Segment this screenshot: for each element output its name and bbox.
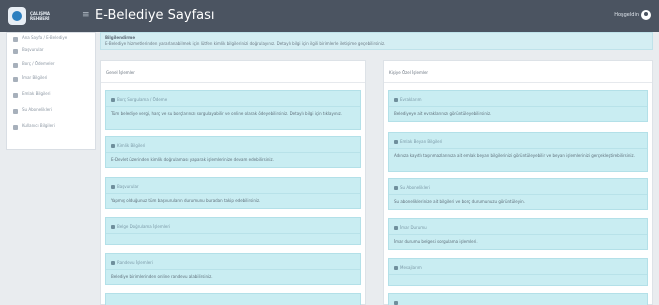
general-operations-panel: Genel İşlemler Borç Sorgulama / Ödeme Tü… <box>100 60 366 305</box>
card-water[interactable]: Su Abonelikleri Su aboneliklerinize ait … <box>388 178 648 210</box>
notice-title: Bilgilendirme <box>105 35 136 40</box>
sidebar-item-label: Emlak Bilgileri <box>22 91 51 96</box>
top-bar: ÇALIŞMA REHBERİ ≡ E-Belediye Sayfası Hoş… <box>0 0 659 32</box>
map-icon <box>13 77 18 82</box>
panel-header: Kişiye Özel İşlemler <box>384 61 652 83</box>
card-body: Tüm belediye vergi, harç ve su borçların… <box>111 111 342 116</box>
card-body: İmar durumu belgesi sorgulama işlemleri. <box>394 239 478 244</box>
sidebar-item-water[interactable]: Su Abonelikleri <box>13 107 92 117</box>
calendar-icon <box>111 261 115 265</box>
money-icon <box>111 98 115 102</box>
page-title: E-Belediye Sayfası <box>95 8 215 23</box>
card-body: Adınıza kayıtlı taşınmazlarınıza ait eml… <box>394 153 635 158</box>
card-body: E-Devlet üzerinden kimlik doğrulaması ya… <box>111 157 274 162</box>
card-partial[interactable] <box>388 293 648 305</box>
logo[interactable]: ÇALIŞMA REHBERİ <box>8 4 72 28</box>
sidebar-item-property[interactable]: Emlak Bilgileri <box>13 91 92 101</box>
card-applications[interactable]: Başvurular Yapmış olduğunuz tüm başvurul… <box>105 177 361 209</box>
water-icon <box>13 109 18 114</box>
card-messages[interactable]: Mesajlarım <box>388 258 648 286</box>
card-title: Mesajlarım <box>400 265 422 270</box>
card-title: Emlak Beyan Bilgileri <box>400 139 443 144</box>
sidebar-item-label: Ana Sayfa / E-Belediye <box>22 35 68 40</box>
card-icon <box>394 301 398 305</box>
building-icon <box>394 140 398 144</box>
card-body: Belediye birimlerinden online randevu al… <box>111 274 213 279</box>
card-identity[interactable]: Kimlik Bilgileri E-Devlet üzerinden kiml… <box>105 136 361 168</box>
card-document-verification[interactable]: Belge Doğrulama İşlemleri <box>105 217 361 245</box>
personal-operations-panel: Kişiye Özel İşlemler Evraklarım Belediye… <box>383 60 653 305</box>
document-icon <box>111 225 115 229</box>
user-greeting[interactable]: Hoşgeldin <box>614 11 639 19</box>
card-title: Su Abonelikleri <box>400 185 430 190</box>
sidebar-item-label: İmar Bilgileri <box>22 75 48 80</box>
sidebar-item-label: Başvurular <box>22 47 44 52</box>
card-title: Kimlik Bilgileri <box>117 143 146 148</box>
home-icon <box>13 37 18 42</box>
water-icon <box>394 186 398 190</box>
sidebar-item-label: Borç / Ödemeler <box>22 61 55 66</box>
notice-text: E-Belediye hizmetlerinden yararlanabilme… <box>105 41 386 46</box>
sidebar-item-label: Su Abonelikleri <box>22 107 52 112</box>
menu-toggle-icon[interactable]: ≡ <box>82 10 92 20</box>
card-zoning[interactable]: İmar Durumu İmar durumu belgesi sorgulam… <box>388 218 648 250</box>
sidebar-item-label: Kullanıcı Bilgileri <box>22 123 55 128</box>
sidebar: Ana Sayfa / E-Belediye Başvurular Borç /… <box>6 32 96 150</box>
sidebar-item-payments[interactable]: Borç / Ödemeler <box>13 61 92 71</box>
sidebar-item-zoning[interactable]: İmar Bilgileri <box>13 75 92 85</box>
logo-mark-icon <box>8 7 26 25</box>
card-body: Belediyeye ait evraklarınızı görüntüleye… <box>394 111 492 116</box>
card-title: Belge Doğrulama İşlemleri <box>117 224 171 229</box>
card-partial[interactable] <box>105 293 361 305</box>
folder-icon <box>394 98 398 102</box>
panel-header: Genel İşlemler <box>101 61 365 83</box>
money-icon <box>13 63 18 68</box>
panel-title: Genel İşlemler <box>106 70 135 75</box>
file-icon <box>13 49 18 54</box>
user-icon <box>13 125 18 130</box>
card-body: Yapmış olduğunuz tüm başvuruların durumu… <box>111 198 261 203</box>
card-title: Randevu İşlemleri <box>117 260 153 265</box>
logo-text: ÇALIŞMA REHBERİ <box>30 11 51 21</box>
building-icon <box>13 93 18 98</box>
sidebar-item-applications[interactable]: Başvurular <box>13 47 92 57</box>
card-debt-payment[interactable]: Borç Sorgulama / Ödeme Tüm belediye verg… <box>105 90 361 130</box>
card-title: Borç Sorgulama / Ödeme <box>117 97 168 102</box>
card-appointments[interactable]: Randevu İşlemleri Belediye birimlerinden… <box>105 253 361 285</box>
card-title: İmar Durumu <box>400 225 427 230</box>
mail-icon <box>394 266 398 270</box>
sidebar-item-user[interactable]: Kullanıcı Bilgileri <box>13 123 92 133</box>
file-icon <box>111 185 115 189</box>
card-title: Evraklarım <box>400 97 422 102</box>
card-my-documents[interactable]: Evraklarım Belediyeye ait evraklarınızı … <box>388 90 648 122</box>
map-icon <box>394 226 398 230</box>
card-title: Başvurular <box>117 184 139 189</box>
panel-title: Kişiye Özel İşlemler <box>389 70 429 75</box>
check-icon <box>111 144 115 148</box>
sidebar-item-home[interactable]: Ana Sayfa / E-Belediye <box>13 35 92 45</box>
card-body: Su aboneliklerinize ait bilgileri ve bor… <box>394 199 525 204</box>
info-notice: Bilgilendirme E-Belediye hizmetlerinden … <box>100 32 653 50</box>
user-avatar-icon[interactable] <box>641 10 651 20</box>
card-property-declaration[interactable]: Emlak Beyan Bilgileri Adınıza kayıtlı ta… <box>388 132 648 172</box>
